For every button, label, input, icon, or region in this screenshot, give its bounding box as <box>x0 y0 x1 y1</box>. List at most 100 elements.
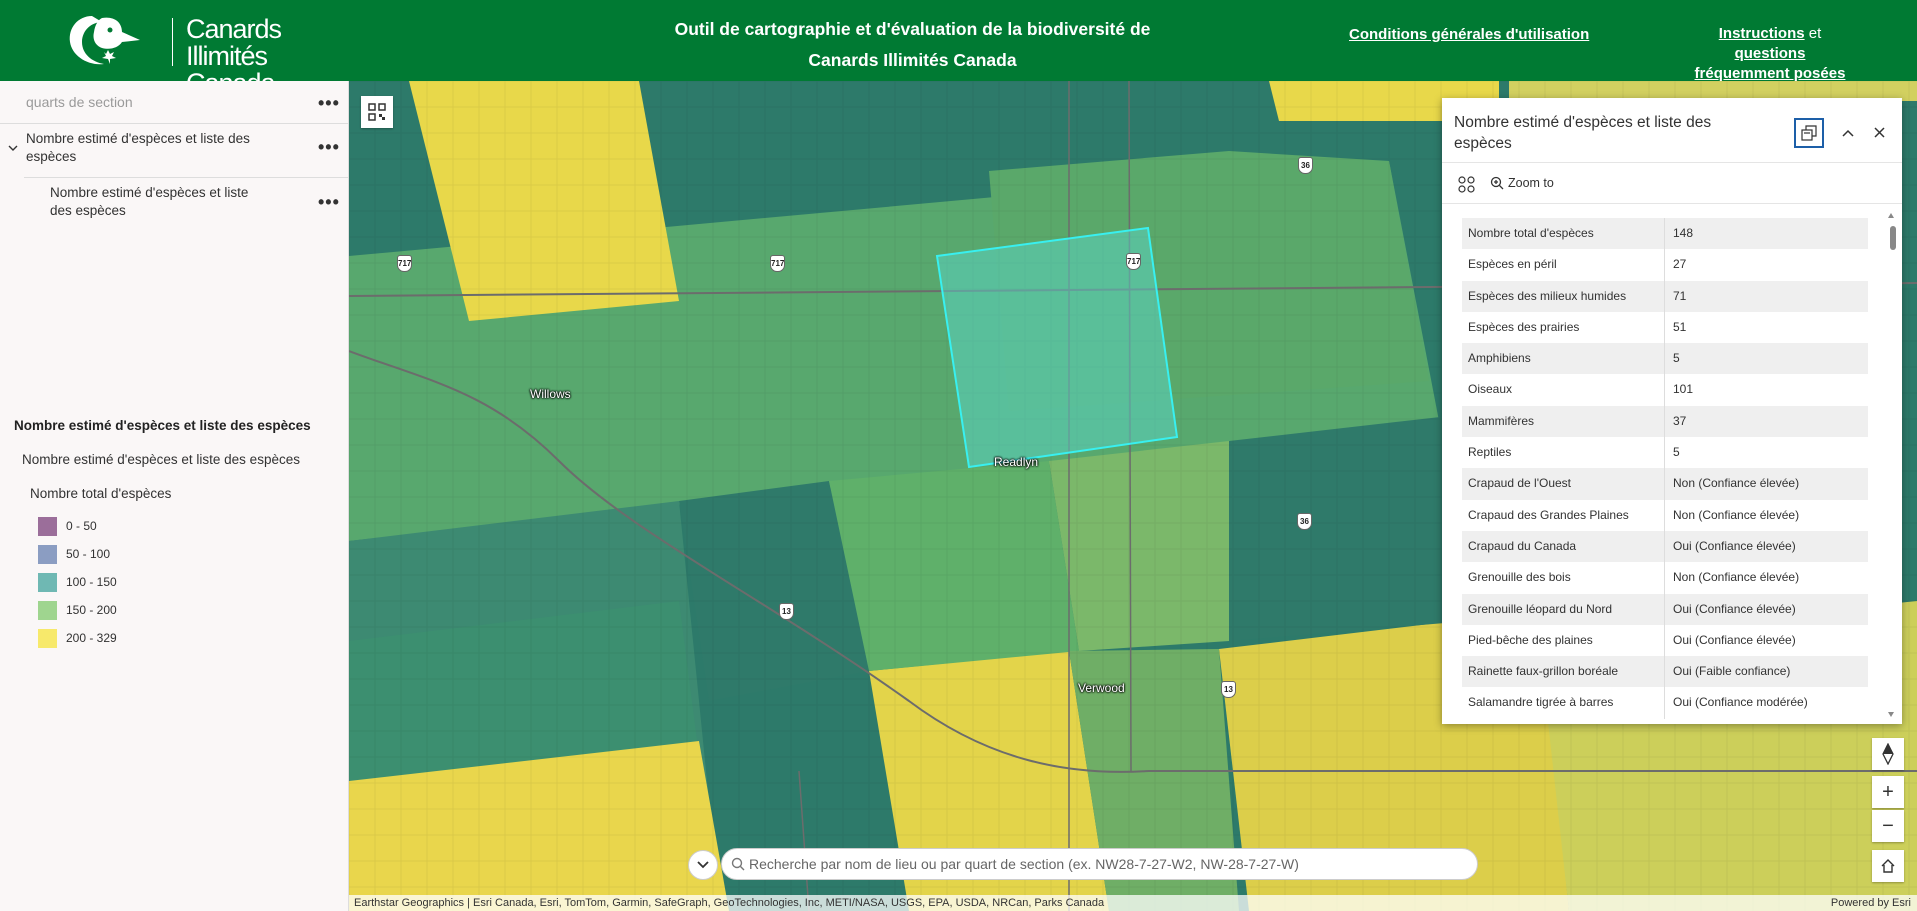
zoom-icon <box>1490 176 1504 190</box>
close-icon[interactable] <box>1874 127 1885 138</box>
layer-species[interactable]: Nombre estimé d'espèces et liste des esp… <box>50 184 250 220</box>
town-label: Willows <box>530 387 571 401</box>
town-label: Readlyn <box>994 455 1039 469</box>
highway-shield: 717 <box>397 255 412 272</box>
layer-options-icon[interactable]: ••• <box>318 193 340 211</box>
chevron-down-icon[interactable] <box>8 143 18 153</box>
legend-class-label: 0 - 50 <box>66 519 97 533</box>
divider <box>0 123 349 124</box>
scroll-thumb[interactable] <box>1890 226 1896 250</box>
table-row: Grenouille des bois Non (Confiance élevée… <box>1462 562 1868 594</box>
layer-options-icon[interactable]: ••• <box>318 138 340 156</box>
legend-field: Nombre total d'espèces <box>30 486 172 501</box>
layer-sidebar: quarts de section ••• Nombre estimé d'es… <box>0 81 349 911</box>
table-row: Oiseaux 101 <box>1462 374 1868 406</box>
popup-title: Nombre estimé d'espèces et liste des esp… <box>1454 114 1712 152</box>
highway-shield: 13 <box>1221 681 1236 698</box>
highway-shield: 717 <box>1126 253 1141 270</box>
feature-popup: Nombre estimé d'espèces et liste des esp… <box>1442 98 1902 724</box>
page-title: Outil de cartographie et d'évaluation de… <box>674 19 1151 70</box>
search-placeholder: Recherche par nom de lieu ou par quart d… <box>749 856 1299 872</box>
terms-link[interactable]: Conditions générales d'utilisation <box>1349 26 1589 43</box>
town-label: Verwood <box>1078 681 1125 695</box>
compass-icon <box>1882 743 1894 765</box>
table-row: Reptiles 5 <box>1462 437 1868 469</box>
logo-divider <box>172 18 173 66</box>
field-value: Oui (Confiance élevée) <box>1673 538 1796 553</box>
table-row: Amphibiens 5 <box>1462 343 1868 375</box>
table-row: Espèces des milieux humides 71 <box>1462 280 1868 312</box>
legend-swatch <box>38 573 57 592</box>
popup-scrollbar[interactable] <box>1886 210 1896 720</box>
field-value: 5 <box>1673 445 1680 460</box>
faq-link-part1[interactable]: questions <box>1735 45 1806 62</box>
collapse-icon[interactable] <box>1842 129 1854 137</box>
field-value: Non (Confiance élevée) <box>1673 507 1800 522</box>
table-row: Crapaud du Canada Oui (Confiance élevée) <box>1462 530 1868 563</box>
dock-icon <box>1801 125 1817 141</box>
compass-button[interactable] <box>1872 738 1904 770</box>
powered-by-esri[interactable]: Powered by Esri <box>1831 895 1911 911</box>
field-value: 37 <box>1673 413 1687 428</box>
field-name: Oiseaux <box>1462 374 1665 406</box>
layer-quarter-sections[interactable]: quarts de section <box>26 93 326 111</box>
chevron-down-icon <box>697 861 709 869</box>
field-value: 101 <box>1673 382 1694 397</box>
table-row: Rainette faux-grillon boréale Oui (Faible… <box>1462 656 1868 688</box>
field-name: Reptiles <box>1462 437 1665 469</box>
search-collapse-button[interactable] <box>688 850 718 880</box>
zoom-out-button[interactable]: − <box>1872 810 1904 842</box>
field-name: Rainette faux-grillon boréale <box>1462 656 1665 688</box>
divider <box>24 177 349 178</box>
legend-class-label: 50 - 100 <box>66 547 111 561</box>
field-name: Crapaud de l'Ouest <box>1462 468 1665 500</box>
legend-subtitle: Nombre estimé d'espèces et liste des esp… <box>22 452 300 467</box>
highway-shield: 13 <box>779 603 794 620</box>
qr-code-icon <box>368 103 386 121</box>
home-button[interactable] <box>1872 850 1904 882</box>
legend-class-label: 200 - 329 <box>66 631 117 645</box>
field-value: 5 <box>1673 351 1680 366</box>
field-name: Amphibiens <box>1462 343 1665 375</box>
field-value: 51 <box>1673 319 1687 334</box>
field-name: Espèces des milieux humides <box>1462 280 1665 312</box>
table-row: Crapaud des Grandes Plaines Non (Confianc… <box>1462 499 1868 531</box>
field-value: Oui (Confiance élevée) <box>1673 601 1796 616</box>
field-name: Grenouille léopard du Nord <box>1462 593 1665 625</box>
instructions-link[interactable]: Instructions <box>1719 25 1805 42</box>
field-value: Oui (Faible confiance) <box>1673 664 1791 679</box>
field-name: Crapaud du Canada <box>1462 530 1665 563</box>
layer-options-icon[interactable]: ••• <box>318 94 340 112</box>
table-row: Espèces en péril 27 <box>1462 249 1868 281</box>
legend-class-label: 100 - 150 <box>66 575 117 589</box>
zoom-in-button[interactable]: + <box>1872 776 1904 808</box>
qr-code-button[interactable] <box>361 96 393 128</box>
zoom-to-button[interactable]: Zoom to <box>1490 176 1554 190</box>
duck-logo-icon <box>69 16 140 65</box>
field-value: Oui (Confiance élevée) <box>1673 632 1796 647</box>
faq-link-part2[interactable]: fréquemment posées <box>1695 65 1846 82</box>
field-name: Espèces des prairies <box>1462 311 1665 344</box>
field-name: Crapaud des Grandes Plaines <box>1462 499 1665 531</box>
home-icon <box>1881 859 1895 873</box>
field-value: Non (Confiance élevée) <box>1673 570 1800 585</box>
actions-menu-icon[interactable] <box>1458 176 1475 193</box>
layer-group-species[interactable]: Nombre estimé d'espèces et liste des esp… <box>26 130 266 166</box>
field-value: Non (Confiance élevée) <box>1673 476 1800 491</box>
legend-swatch <box>38 545 57 564</box>
field-name: Nombre total d'espèces <box>1462 218 1665 250</box>
field-name: Salamandre tigrée à barres <box>1462 687 1665 719</box>
field-value: 71 <box>1673 288 1687 303</box>
dock-button[interactable] <box>1794 118 1824 148</box>
search-input[interactable]: Recherche par nom de lieu ou par quart d… <box>721 848 1478 880</box>
table-row: Salamandre tigrée à barres Oui (Confiance… <box>1462 687 1868 719</box>
brand-logo[interactable]: Canards Illimités Canada <box>62 10 362 97</box>
field-name: Grenouille des bois <box>1462 562 1665 594</box>
legend-swatch <box>38 601 57 620</box>
legend-title: Nombre estimé d'espèces et liste des esp… <box>14 418 311 433</box>
search-icon <box>731 857 745 871</box>
field-name: Pied-bêche des plaines <box>1462 624 1665 657</box>
legend-swatch <box>38 517 57 536</box>
table-row: Crapaud de l'Ouest Non (Confiance élevée) <box>1462 468 1868 500</box>
table-row: Grenouille léopard du Nord Oui (Confiance… <box>1462 593 1868 625</box>
